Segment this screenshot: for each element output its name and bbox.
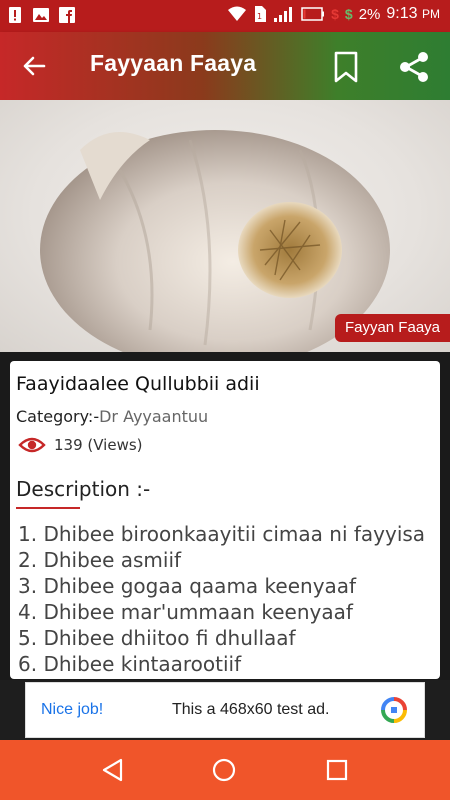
ad-center-text[interactable]: This a 468x60 test ad. [172, 701, 329, 719]
battery-percent: 2% [358, 5, 381, 23]
hero-image: Fayyan Faaya [0, 100, 450, 352]
wifi-icon [228, 6, 247, 21]
ad-banner[interactable]: Nice job! This a 468x60 test ad. [25, 682, 425, 738]
eye-icon [18, 437, 46, 453]
bookmark-icon[interactable] [330, 50, 362, 84]
hero-watermark-tag: Fayyan Faaya [334, 314, 450, 342]
ad-logo-icon[interactable] [380, 696, 408, 724]
description-underline [16, 507, 80, 509]
category-value: Dr Ayyaantuu [99, 407, 209, 426]
svg-text:1: 1 [257, 12, 262, 21]
dollar-indicator-2: $ [344, 6, 353, 22]
list-item: 3. Dhibee gogaa qaama keenyaaf [18, 574, 357, 598]
nav-back-icon[interactable] [100, 757, 126, 783]
warning-icon [9, 7, 21, 23]
back-arrow-icon[interactable] [18, 50, 50, 82]
status-bar: 1 $ $ 2% 9:13 PM [0, 0, 450, 32]
sim-icon: 1 [255, 6, 267, 22]
app-title: Fayyaan Faaya [90, 50, 257, 76]
facebook-icon [59, 7, 75, 23]
notification-icons [6, 6, 76, 24]
views-count: 139 (Views) [54, 436, 143, 454]
system-nav-bar [0, 740, 450, 800]
category-label: Category:- [16, 407, 100, 426]
article-card: Faayidaalee Qullubbii adii Category:-Dr … [10, 361, 440, 679]
image-icon [33, 8, 49, 22]
ad-left-text[interactable]: Nice job! [41, 701, 103, 719]
app-bar: Fayyaan Faaya [0, 32, 450, 100]
nav-home-icon[interactable] [211, 757, 237, 783]
article-title: Faayidaalee Qullubbii adii [16, 373, 260, 395]
system-status: 1 $ $ 2% 9:13 PM [227, 5, 440, 23]
views-row: 139 (Views) [18, 435, 143, 455]
dollar-indicator-1: $ [331, 6, 339, 22]
share-icon[interactable] [396, 49, 432, 85]
description-list: 1. Dhibee biroonkaayitii cimaa ni fayyis… [18, 521, 425, 677]
list-item: 5. Dhibee dhiitoo fi dhullaaf [18, 626, 296, 650]
list-item: 4. Dhibee mar'ummaan keenyaaf [18, 600, 353, 624]
list-item: 1. Dhibee biroonkaayitii cimaa ni fayyis… [18, 522, 426, 546]
list-item: 6. Dhibee kintaarootiif [18, 652, 242, 676]
battery-icon [301, 7, 325, 21]
description-heading: Description :- [16, 477, 151, 501]
category-row: Category:-Dr Ayyaantuu [16, 407, 208, 426]
clock: 9:13 PM [386, 5, 440, 22]
ad-container: Nice job! This a 468x60 test ad. [0, 680, 450, 740]
signal-icon [274, 7, 293, 22]
list-item: 2. Dhibee asmiif [18, 548, 182, 572]
nav-recent-icon[interactable] [325, 758, 349, 782]
